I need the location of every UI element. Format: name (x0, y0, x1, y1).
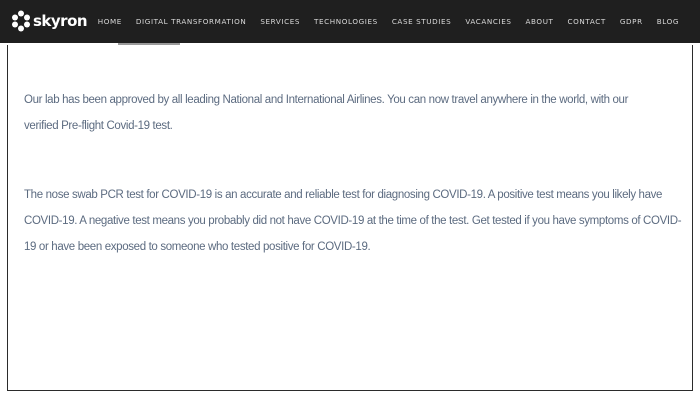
nav-about[interactable]: ABOUT (526, 17, 554, 26)
airline-approval-paragraph: Our lab has been approved by all leading… (24, 94, 629, 132)
nav-services[interactable]: SERVICES (260, 17, 300, 26)
nav-contact[interactable]: CONTACT (568, 17, 606, 26)
logo-text: skyron (33, 12, 88, 30)
main-nav: HOME DIGITAL TRANSFORMATION SERVICES TEC… (98, 0, 679, 43)
nav-gdpr[interactable]: GDPR (620, 17, 643, 26)
content-panel: Our lab has been approved by all leading… (7, 45, 693, 391)
logo[interactable]: skyron (12, 9, 88, 33)
nav-digital-transformation[interactable]: DIGITAL TRANSFORMATION (136, 17, 246, 26)
gear-flower-icon (12, 10, 30, 32)
top-navbar: skyron HOME DIGITAL TRANSFORMATION SERVI… (0, 0, 700, 43)
nav-vacancies[interactable]: VACANCIES (465, 17, 511, 26)
nav-case-studies[interactable]: CASE STUDIES (392, 17, 452, 26)
pcr-test-paragraph: The nose swab PCR test for COVID-19 is a… (24, 189, 682, 253)
nav-blog[interactable]: BLOG (657, 17, 679, 26)
nav-home[interactable]: HOME (98, 17, 122, 26)
nav-technologies[interactable]: TECHNOLOGIES (314, 17, 378, 26)
